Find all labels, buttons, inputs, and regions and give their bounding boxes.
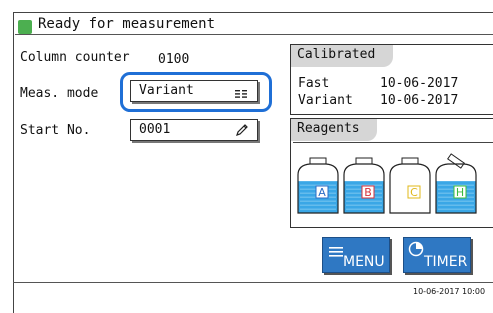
bottle-label: B xyxy=(364,186,372,199)
menu-button[interactable]: MENU xyxy=(322,237,390,273)
start-no-field[interactable]: 0001 xyxy=(130,119,258,141)
timer-icon xyxy=(408,241,424,261)
meas-mode-label: Meas. mode xyxy=(20,86,99,101)
status-indicator xyxy=(18,20,32,34)
reagent-bottle-a: A xyxy=(297,157,339,214)
calibrated-header: Calibrated xyxy=(291,45,393,67)
reagents-header: Reagents xyxy=(291,119,377,141)
bottle-cap xyxy=(401,157,419,165)
menu-icon xyxy=(329,242,343,261)
pencil-icon xyxy=(235,123,249,137)
footer-datetime: 10-06-2017 10:00 xyxy=(413,287,486,296)
bottle-cap xyxy=(355,157,373,165)
bottle-label: H xyxy=(456,186,464,199)
timer-button[interactable]: TIMER xyxy=(403,237,471,273)
calibrated-fast-name: Fast xyxy=(298,76,330,91)
column-counter-label: Column counter xyxy=(20,50,130,65)
start-no-label: Start No. xyxy=(20,123,91,138)
bottle-cap xyxy=(447,153,465,169)
reagents-area: ABCH xyxy=(293,142,493,226)
reagent-bottle-h: H xyxy=(435,153,477,214)
bottle-label: C xyxy=(410,186,418,199)
bottle-label: A xyxy=(318,186,326,199)
column-counter-value: 0100 xyxy=(158,52,190,67)
status-title: Ready for measurement xyxy=(38,16,216,32)
reagent-bottles: ABCH xyxy=(297,153,477,214)
bottle-cap xyxy=(309,157,327,165)
meas-mode-value: Variant xyxy=(139,83,194,98)
reagent-bottle-c: C xyxy=(389,157,431,214)
reagent-bottle-b: B xyxy=(343,157,385,214)
start-no-value: 0001 xyxy=(139,122,171,137)
menu-label: MENU xyxy=(343,254,385,270)
calibrated-variant-date: 10-06-2017 xyxy=(380,93,459,108)
timer-label: TIMER xyxy=(424,254,468,270)
calibrated-fast-date: 10-06-2017 xyxy=(380,76,459,91)
calibrated-variant-name: Variant xyxy=(298,93,353,108)
footer-divider xyxy=(13,282,493,283)
meas-mode-field[interactable]: Variant xyxy=(130,80,258,102)
list-icon xyxy=(235,87,247,98)
